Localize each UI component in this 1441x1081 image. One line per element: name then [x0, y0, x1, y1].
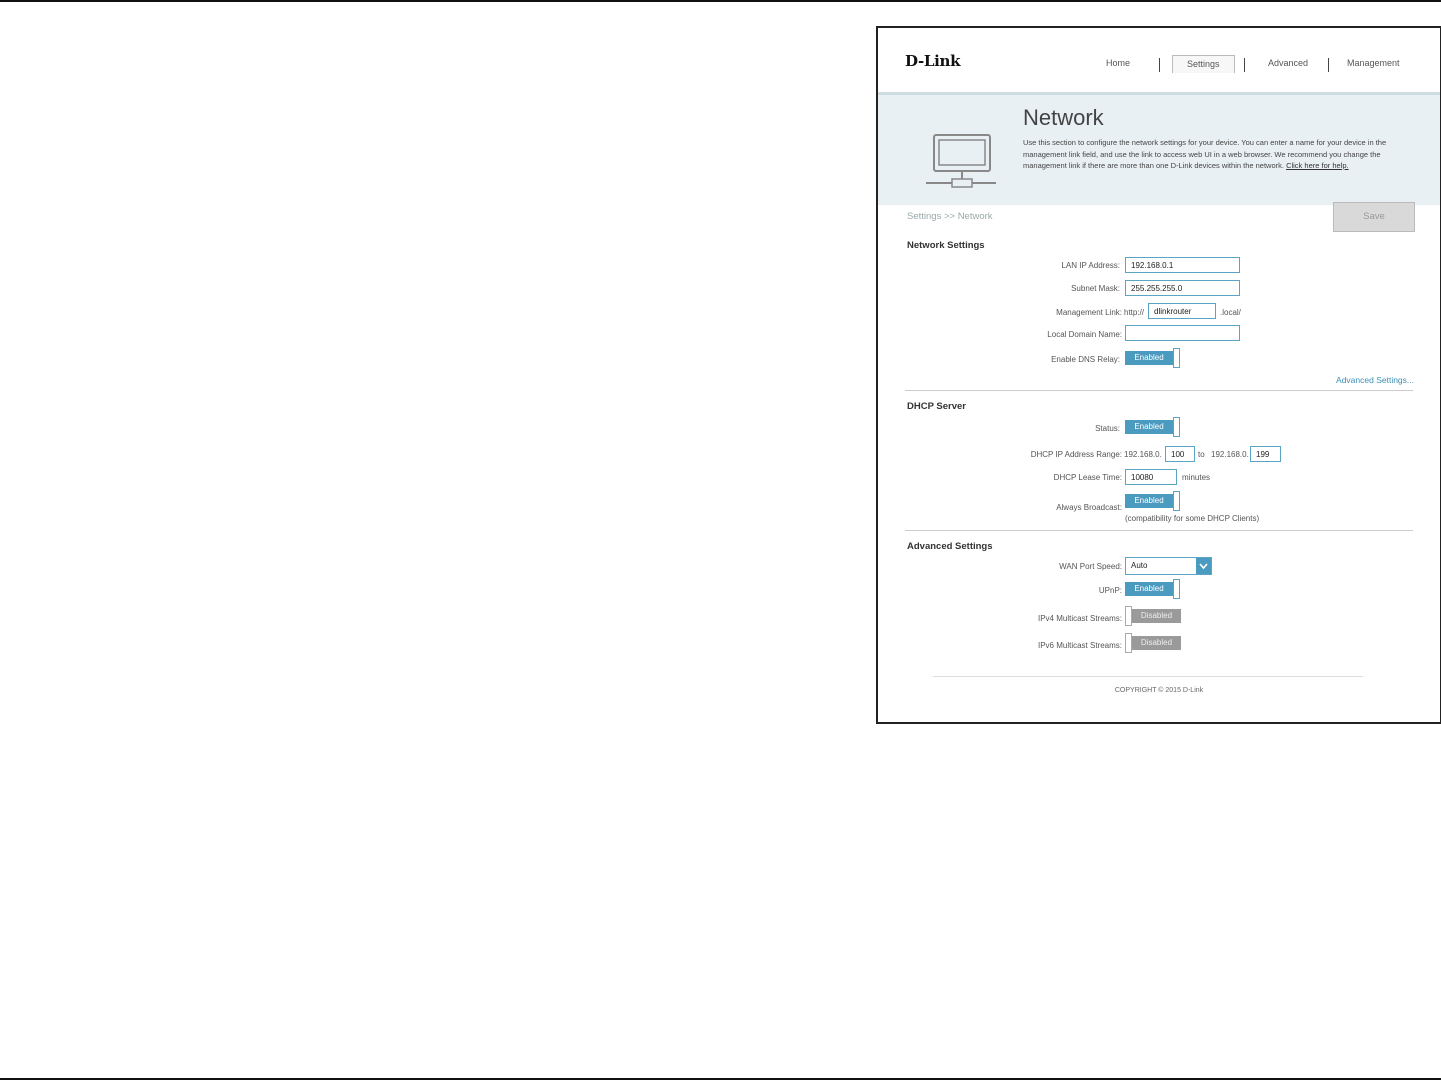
- toggle-state: Disabled: [1132, 636, 1181, 650]
- toggle-knob[interactable]: [1173, 579, 1180, 599]
- nav-separator: [1159, 58, 1160, 72]
- ipv4-multicast-label: IPv4 Multicast Streams:: [1037, 614, 1122, 623]
- toggle-state: Enabled: [1125, 494, 1173, 508]
- selected-value: Auto: [1131, 561, 1148, 570]
- management-link-label: Management Link:: [1056, 308, 1122, 317]
- save-button[interactable]: Save: [1333, 202, 1415, 232]
- nav-separator: [1328, 58, 1329, 72]
- page-title: Network: [1023, 105, 1104, 130]
- dhcp-status-toggle[interactable]: Enabled: [1125, 417, 1181, 437]
- always-broadcast-toggle[interactable]: Enabled: [1125, 491, 1181, 511]
- dhcp-range-prefix: 192.168.0.: [1124, 450, 1162, 459]
- ipv6-multicast-toggle[interactable]: Disabled: [1125, 633, 1182, 653]
- nav-settings[interactable]: Settings: [1172, 55, 1235, 73]
- toggle-state: Enabled: [1125, 582, 1173, 596]
- toggle-state: Enabled: [1125, 420, 1173, 434]
- dhcp-lease-unit: minutes: [1182, 473, 1211, 482]
- section-divider: [905, 530, 1413, 531]
- toggle-knob[interactable]: [1125, 606, 1132, 626]
- local-domain-label: Local Domain Name:: [1047, 330, 1122, 339]
- nav-advanced[interactable]: Advanced: [1268, 58, 1308, 68]
- local-domain-input[interactable]: [1125, 325, 1240, 341]
- dhcp-lease-input[interactable]: 10080: [1125, 469, 1177, 485]
- nav-management[interactable]: Management: [1347, 58, 1400, 68]
- page-banner: Network Use this section to configure th…: [878, 92, 1440, 205]
- dhcp-range-label: DHCP IP Address Range:: [1030, 450, 1122, 459]
- router-ui-screenshot: D-Link Home Settings Advanced Management…: [876, 26, 1441, 724]
- wan-port-speed-select[interactable]: Auto: [1125, 557, 1212, 575]
- nav-separator: [1244, 58, 1245, 72]
- section-dhcp-server: DHCP Server: [907, 401, 966, 412]
- dhcp-range-end-input[interactable]: 199: [1250, 446, 1281, 462]
- dhcp-range-prefix-end: 192.168.0.: [1211, 450, 1249, 459]
- always-broadcast-label: Always Broadcast:: [1056, 503, 1122, 512]
- lan-ip-label: LAN IP Address:: [1061, 261, 1120, 270]
- header: D-Link Home Settings Advanced Management: [878, 28, 1440, 92]
- subnet-mask-label: Subnet Mask:: [1071, 284, 1120, 293]
- management-link-input[interactable]: dlinkrouter: [1148, 303, 1216, 319]
- toggle-knob[interactable]: [1125, 633, 1132, 653]
- dhcp-range-to: to: [1198, 450, 1205, 459]
- toggle-state: Enabled: [1125, 351, 1173, 365]
- top-rule: [0, 0, 1441, 2]
- breadcrumb: Settings >> Network: [907, 211, 993, 222]
- chevron-down-icon[interactable]: [1196, 558, 1211, 574]
- dhcp-range-start-input[interactable]: 100: [1165, 446, 1195, 462]
- network-icon: [926, 134, 996, 188]
- toggle-knob[interactable]: [1173, 491, 1180, 511]
- upnp-label: UPnP:: [1098, 586, 1122, 595]
- copyright: COPYRIGHT © 2015 D-Link: [1114, 687, 1204, 694]
- upnp-toggle[interactable]: Enabled: [1125, 579, 1181, 599]
- section-network-settings: Network Settings: [907, 240, 985, 251]
- section-divider: [905, 390, 1413, 391]
- management-link-prefix: http://: [1124, 308, 1145, 317]
- toggle-knob[interactable]: [1173, 348, 1180, 368]
- page-description: Use this section to configure the networ…: [1023, 137, 1418, 172]
- ipv4-multicast-toggle[interactable]: Disabled: [1125, 606, 1182, 626]
- help-link[interactable]: Click here for help.: [1286, 161, 1349, 170]
- broadcast-note: (compatibility for some DHCP Clients): [1125, 514, 1260, 523]
- management-link-suffix: .local/: [1220, 308, 1241, 317]
- dns-relay-label: Enable DNS Relay:: [1051, 355, 1120, 364]
- toggle-knob[interactable]: [1173, 417, 1180, 437]
- lan-ip-input[interactable]: 192.168.0.1: [1125, 257, 1240, 273]
- ipv6-multicast-label: IPv6 Multicast Streams:: [1037, 641, 1122, 650]
- wan-port-speed-label: WAN Port Speed:: [1059, 562, 1122, 571]
- toggle-state: Disabled: [1132, 609, 1181, 623]
- dns-relay-toggle[interactable]: Enabled: [1125, 348, 1181, 368]
- advanced-settings-link[interactable]: Advanced Settings...: [1336, 375, 1414, 385]
- dhcp-status-label: Status:: [1095, 424, 1120, 433]
- bottom-rule: [0, 1078, 1441, 1080]
- dlink-logo: D-Link: [905, 52, 961, 70]
- subnet-mask-input[interactable]: 255.255.255.0: [1125, 280, 1240, 296]
- section-advanced-settings: Advanced Settings: [907, 541, 993, 552]
- dhcp-lease-label: DHCP Lease Time:: [1053, 473, 1122, 482]
- footer-divider: [933, 676, 1363, 677]
- nav-home[interactable]: Home: [1106, 58, 1130, 68]
